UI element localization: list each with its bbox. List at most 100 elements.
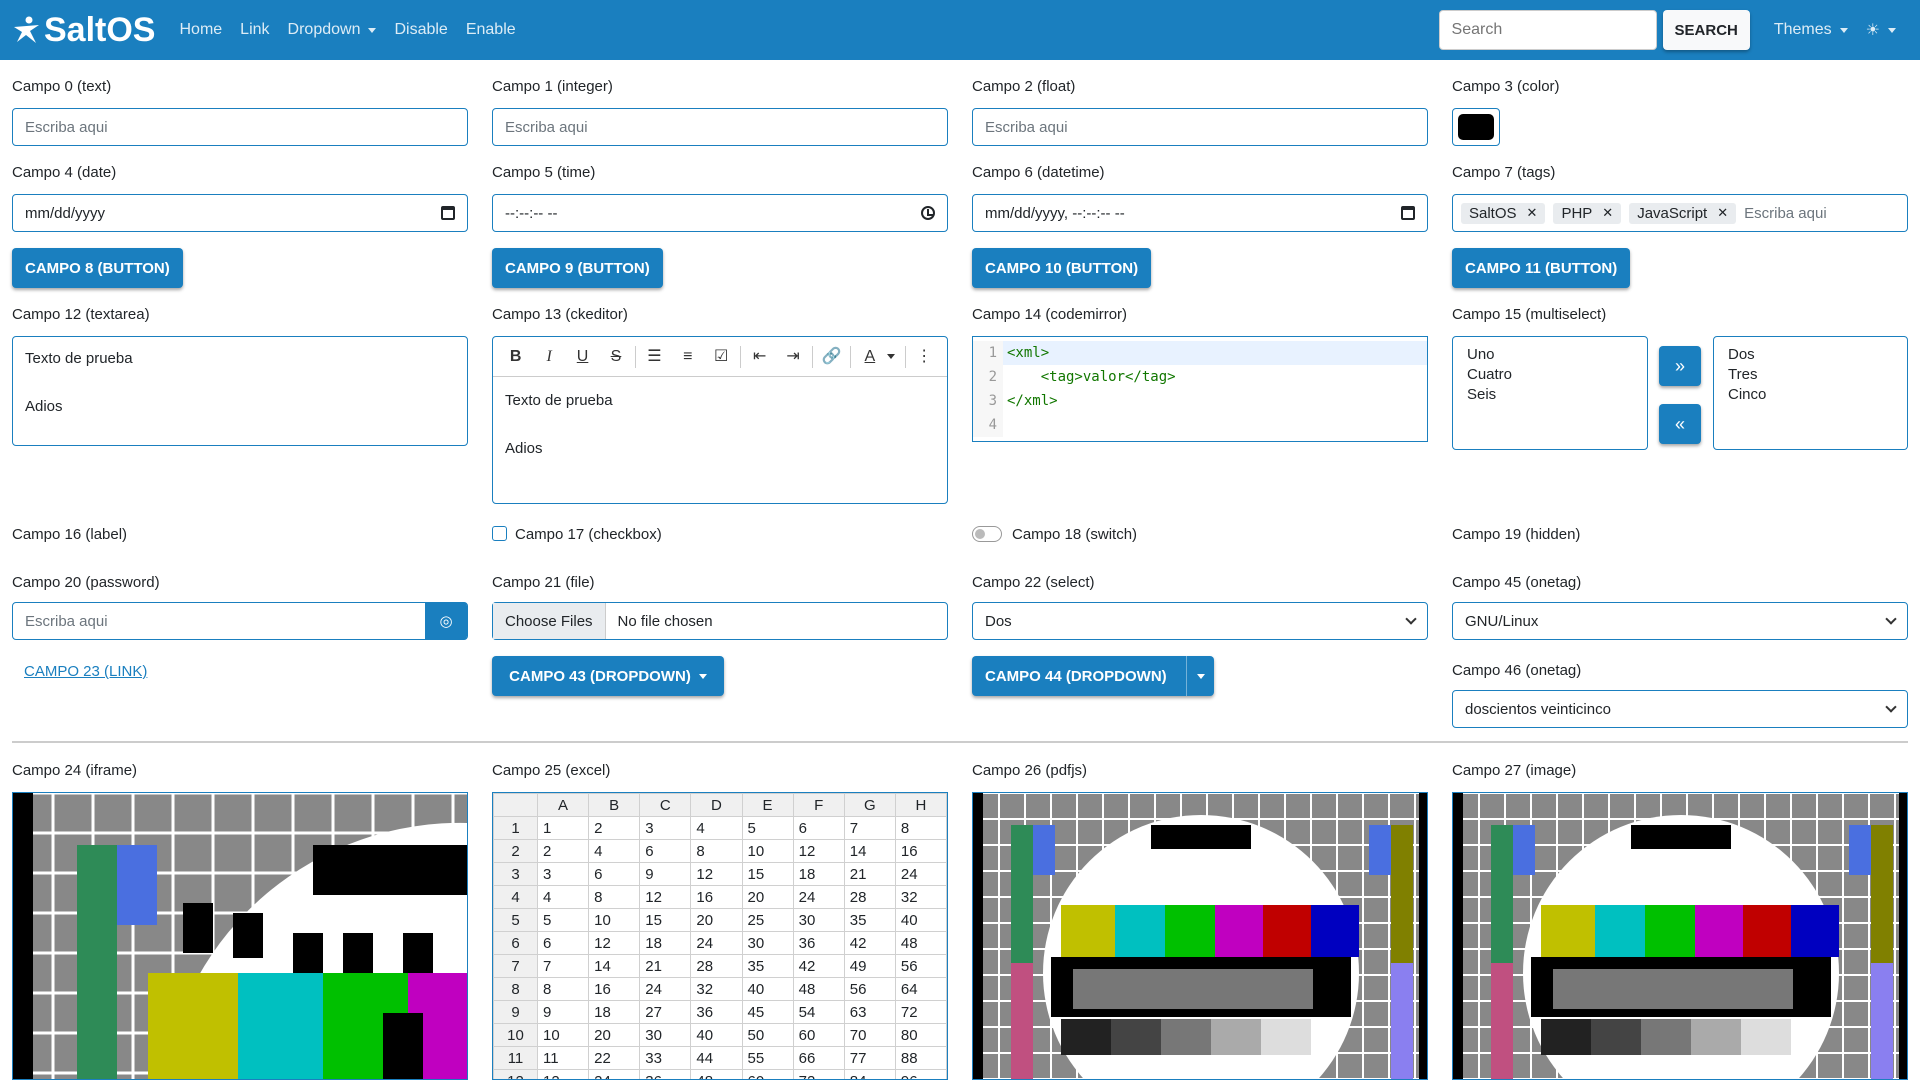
list-item[interactable]: Cinco bbox=[1728, 385, 1893, 405]
table-cell[interactable]: 44 bbox=[690, 1046, 743, 1070]
campo-21-file-input[interactable]: Choose Files No file chosen bbox=[492, 602, 948, 640]
table-cell[interactable]: 5 bbox=[741, 816, 794, 840]
table-cell[interactable]: 21 bbox=[639, 954, 692, 978]
table-cell[interactable]: 63 bbox=[843, 1000, 896, 1024]
calendar-icon[interactable] bbox=[441, 206, 455, 220]
table-cell[interactable]: 6 bbox=[536, 931, 590, 955]
table-cell[interactable]: 30 bbox=[792, 908, 845, 932]
list-item[interactable]: Tres bbox=[1728, 365, 1893, 385]
campo-12-textarea[interactable]: Texto de prueba Adios bbox=[12, 336, 468, 446]
table-cell[interactable]: 16 bbox=[588, 977, 641, 1001]
underline-icon[interactable]: U bbox=[566, 345, 599, 369]
table-cell[interactable]: 30 bbox=[741, 931, 794, 955]
table-cell[interactable]: 24 bbox=[894, 862, 947, 886]
table-cell[interactable]: 2 bbox=[536, 839, 590, 863]
table-cell[interactable]: 40 bbox=[894, 908, 947, 932]
row-header[interactable]: 6 bbox=[493, 931, 538, 955]
table-cell[interactable]: 40 bbox=[741, 977, 794, 1001]
table-cell[interactable]: 8 bbox=[690, 839, 743, 863]
table-cell[interactable]: 6 bbox=[588, 862, 641, 886]
row-header[interactable]: 10 bbox=[493, 1023, 538, 1047]
table-cell[interactable]: 20 bbox=[690, 908, 743, 932]
table-cell[interactable]: 56 bbox=[894, 954, 947, 978]
table-cell[interactable]: 24 bbox=[690, 931, 743, 955]
campo-43-dropdown-button[interactable]: CAMPO 43 (DROPDOWN) bbox=[492, 656, 724, 696]
campo-46-onetag-select[interactable]: doscientos veinticinco bbox=[1452, 690, 1908, 728]
campo-24-iframe[interactable] bbox=[12, 792, 468, 1080]
campo-1-integer-input[interactable]: Escriba aqui bbox=[492, 108, 948, 146]
table-cell[interactable]: 6 bbox=[639, 839, 692, 863]
dropdown-toggle[interactable] bbox=[1186, 656, 1214, 696]
table-cell[interactable]: 96 bbox=[894, 1069, 947, 1079]
nav-link-disable[interactable]: Disable bbox=[394, 21, 447, 39]
close-icon[interactable]: ✕ bbox=[1527, 205, 1538, 221]
table-cell[interactable]: 16 bbox=[894, 839, 947, 863]
table-cell[interactable]: 36 bbox=[639, 1069, 692, 1079]
table-cell[interactable]: 35 bbox=[843, 908, 896, 932]
column-header[interactable]: E bbox=[741, 793, 794, 817]
table-cell[interactable]: 50 bbox=[741, 1023, 794, 1047]
campo-6-datetime-input[interactable]: mm/dd/yyyy, --:--:-- -- bbox=[972, 194, 1428, 232]
table-cell[interactable]: 11 bbox=[536, 1046, 590, 1070]
row-header[interactable]: 5 bbox=[493, 908, 538, 932]
column-header[interactable]: F bbox=[792, 793, 845, 817]
table-cell[interactable]: 49 bbox=[843, 954, 896, 978]
nav-link-link[interactable]: Link bbox=[240, 21, 269, 39]
theme-toggle[interactable]: ☀ bbox=[1866, 20, 1896, 40]
search-button[interactable]: SEARCH bbox=[1662, 10, 1750, 50]
move-right-button[interactable]: » bbox=[1659, 346, 1701, 386]
table-cell[interactable]: 18 bbox=[588, 1000, 641, 1024]
table-cell[interactable]: 80 bbox=[894, 1023, 947, 1047]
table-cell[interactable]: 3 bbox=[536, 862, 590, 886]
campo-10-button[interactable]: CAMPO 10 (BUTTON) bbox=[972, 248, 1152, 288]
table-cell[interactable]: 10 bbox=[588, 908, 641, 932]
campo-3-color-input[interactable] bbox=[1452, 108, 1500, 146]
toggle-switch[interactable] bbox=[972, 526, 1002, 542]
checkbox-box[interactable] bbox=[492, 526, 507, 541]
table-cell[interactable]: 60 bbox=[792, 1023, 845, 1047]
table-cell[interactable]: 32 bbox=[690, 977, 743, 1001]
table-cell[interactable]: 33 bbox=[639, 1046, 692, 1070]
table-cell[interactable]: 88 bbox=[894, 1046, 947, 1070]
campo-13-ckeditor[interactable]: B I U S ☰ ≡ ☑ ⇤ ⇥ 🔗 A ⋮ Texto de prueba … bbox=[492, 336, 948, 504]
table-cell[interactable]: 7 bbox=[843, 816, 896, 840]
list-item[interactable]: Cuatro bbox=[1467, 365, 1633, 385]
calendar-icon[interactable] bbox=[1401, 206, 1415, 220]
list-item[interactable]: Seis bbox=[1467, 385, 1633, 405]
campo-14-codemirror[interactable]: 1 <xml> 2 <tag>valor</tag> 3 </xml> 4 bbox=[972, 336, 1428, 442]
table-cell[interactable]: 54 bbox=[792, 1000, 845, 1024]
table-cell[interactable]: 12 bbox=[792, 839, 845, 863]
table-cell[interactable]: 48 bbox=[894, 931, 947, 955]
table-cell[interactable]: 15 bbox=[741, 862, 794, 886]
bulleted-list-icon[interactable]: ☰ bbox=[638, 345, 671, 369]
bold-icon[interactable]: B bbox=[499, 345, 532, 369]
nav-dropdown[interactable]: Dropdown bbox=[288, 21, 377, 39]
column-header[interactable]: C bbox=[639, 793, 692, 817]
column-header[interactable]: G bbox=[843, 793, 896, 817]
table-cell[interactable]: 12 bbox=[588, 931, 641, 955]
todo-list-icon[interactable]: ☑ bbox=[705, 345, 738, 369]
table-cell[interactable]: 72 bbox=[792, 1069, 845, 1079]
campo-7-tags-input[interactable]: SaltOS ✕ PHP ✕ JavaScript ✕ Escriba aqui bbox=[1452, 194, 1908, 232]
campo-26-pdfjs[interactable] bbox=[972, 792, 1428, 1080]
editor-content[interactable]: Texto de prueba Adios bbox=[493, 377, 947, 473]
table-cell[interactable]: 1 bbox=[536, 816, 590, 840]
table-cell[interactable]: 48 bbox=[690, 1069, 743, 1079]
list-item[interactable]: Uno bbox=[1467, 345, 1633, 365]
table-cell[interactable]: 20 bbox=[588, 1023, 641, 1047]
italic-icon[interactable]: I bbox=[532, 345, 565, 369]
table-cell[interactable]: 64 bbox=[894, 977, 947, 1001]
table-cell[interactable]: 28 bbox=[843, 885, 896, 909]
campo-8-button[interactable]: CAMPO 8 (BUTTON) bbox=[12, 248, 183, 288]
table-cell[interactable]: 14 bbox=[588, 954, 641, 978]
campo-44-dropdown-button[interactable]: CAMPO 44 (DROPDOWN) bbox=[972, 656, 1214, 696]
more-options-icon[interactable]: ⋮ bbox=[908, 345, 941, 369]
table-cell[interactable]: 10 bbox=[741, 839, 794, 863]
table-cell[interactable]: 4 bbox=[588, 839, 641, 863]
column-header[interactable]: H bbox=[894, 793, 947, 817]
table-cell[interactable]: 4 bbox=[690, 816, 743, 840]
table-cell[interactable]: 24 bbox=[639, 977, 692, 1001]
row-header[interactable]: 3 bbox=[493, 862, 538, 886]
table-cell[interactable]: 36 bbox=[792, 931, 845, 955]
eye-slash-icon[interactable]: ◎ bbox=[425, 602, 467, 640]
